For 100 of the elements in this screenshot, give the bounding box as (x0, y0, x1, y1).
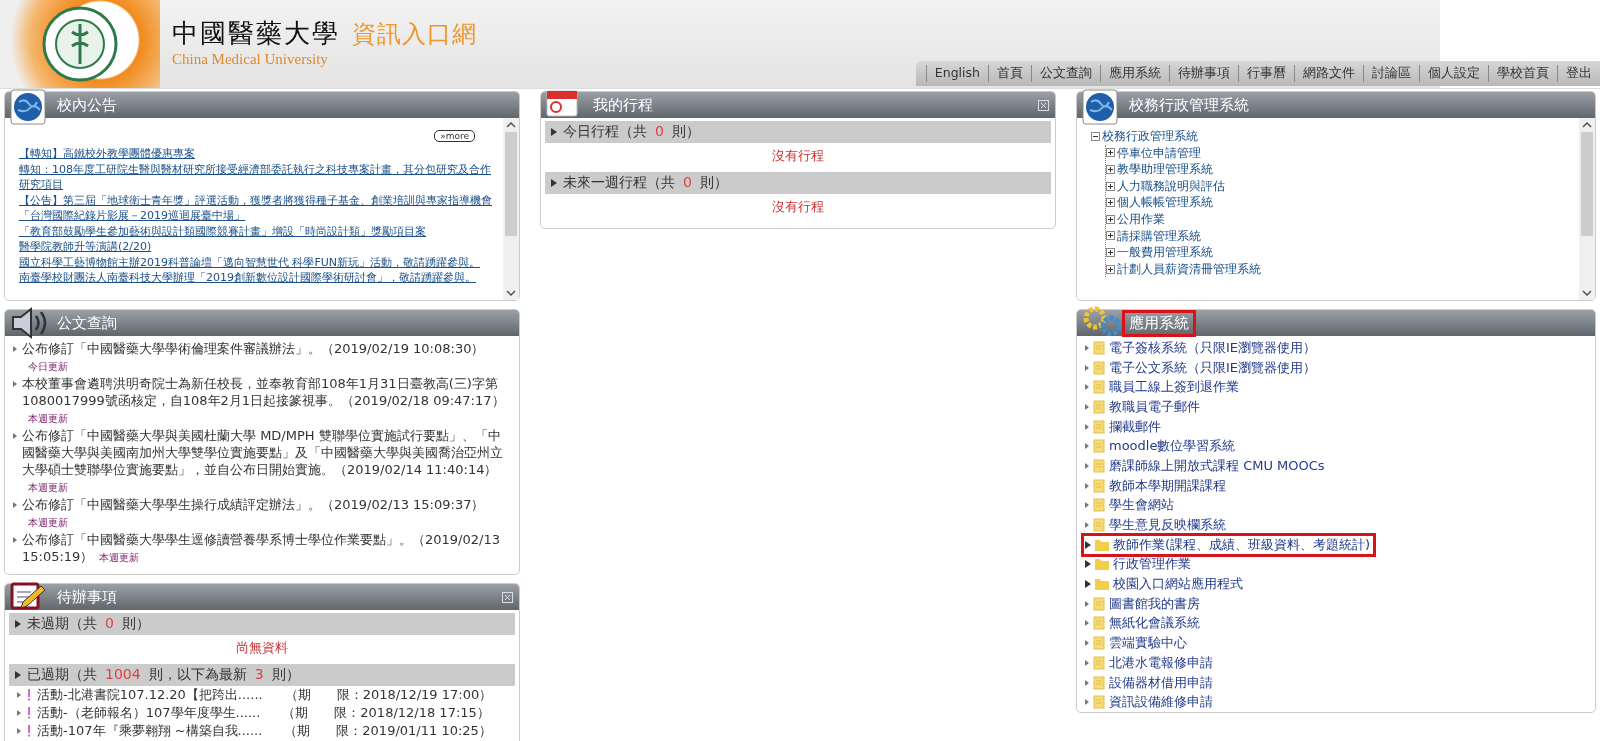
announcement-link[interactable]: 「教育部鼓勵學生參加藝術與設計類國際競賽計畫」增設「時尚設計類」獎勵項目案 (19, 223, 426, 239)
expand-icon[interactable] (1106, 247, 1115, 257)
nav-link[interactable]: 公文查詢 (1031, 65, 1100, 82)
tree-item[interactable]: 教學助理管理系統 (1106, 161, 1579, 178)
application-link[interactable]: 教職員電子郵件 (1083, 397, 1200, 417)
application-link[interactable]: 教師作業(課程、成績、班級資料、考題統計) (1083, 534, 1375, 555)
triangle-icon (1085, 600, 1089, 607)
triangle-icon (1085, 580, 1091, 589)
triangle-icon (1085, 443, 1089, 450)
nav-link[interactable]: English (925, 65, 988, 82)
expand-icon[interactable] (1106, 181, 1115, 191)
document-entry[interactable]: 公布修訂「中國醫藥大學與美國杜蘭大學 MD/MPH 雙聯學位實施試行要點」、「中國醫藥大學與美國南加州大學雙學位實施要點」及「中國醫藥大學與美國喬治亞州立大學碩士雙聯學位實施要點」，並自公布日開始實施。（2019/02/14 11:40:14） 本週更新 (22, 427, 511, 496)
triangle-icon (1085, 640, 1089, 647)
scrollbar[interactable] (503, 118, 519, 300)
panel-title: 校務行政管理系統 (1128, 94, 1250, 116)
section-header[interactable]: 今日行程（共 0 則） (545, 121, 1051, 143)
application-link[interactable]: 教師本學期開課課程 (1083, 475, 1226, 496)
application-link[interactable]: 資訊設備維修申請 (1083, 692, 1213, 713)
document-entry[interactable]: 公布修訂「中國醫藥大學學術倫理案件審議辦法」。（2019/02/19 10:08:30） 今日更新 (22, 340, 511, 375)
nav-link[interactable]: 行事曆 (1238, 65, 1294, 82)
triangle-icon (13, 381, 17, 387)
announcement-link[interactable]: 【轉知】高鐵校外教學團體優惠專案 (19, 146, 195, 162)
nav-link[interactable]: 討論區 (1363, 65, 1419, 82)
triangle-icon (1085, 482, 1089, 489)
tree-item[interactable]: 校務行政管理系統 (1091, 128, 1579, 145)
nav-link[interactable]: 個人設定 (1419, 65, 1488, 82)
nav-link[interactable]: 應用系統 (1100, 65, 1169, 82)
application-link[interactable]: 設備器材借用申請 (1083, 672, 1213, 693)
announcement-link[interactable]: 國立科學工藝博物館主辦2019科普論壇「邁向智慧世代 科學FUN新玩」活動，敬請踴躍參與。 (19, 254, 481, 270)
announcement-link[interactable]: 南臺學校財團法人南臺科技大學辦理「2019創新數位設計國際學術研討會」，敬請踴躍參與。 (19, 270, 476, 286)
application-link[interactable]: 學生意見反映欄系統 (1083, 515, 1226, 535)
announcement-link[interactable]: 【公告】第三屆「地球衛士青年獎」評選活動，獲獎者將獲得種子基金、創業培訓與專家指導機會 (19, 192, 492, 208)
close-icon[interactable] (1038, 100, 1049, 111)
section-title: 未過期（共 0 則） (27, 615, 150, 633)
more-button[interactable]: »more (434, 130, 475, 142)
exclamation-icon (27, 689, 31, 701)
scroll-down-icon[interactable] (506, 290, 516, 296)
todo-item[interactable]: 活動-（老師報名）107學年度學生...... (37, 705, 261, 721)
announcement-link[interactable]: 轉知：108年度工研院生醫與醫材研究所接受經濟部委託執行之科技專案計畫，其分包研究及合作研究項目 (19, 161, 495, 193)
triangle-icon (13, 346, 17, 352)
application-link[interactable]: 雲端實驗中心 (1083, 633, 1187, 653)
scroll-down-icon[interactable] (1582, 290, 1592, 296)
nav-link[interactable]: 待辦事項 (1169, 65, 1238, 82)
nav-link[interactable]: 登出 (1557, 65, 1600, 82)
application-link[interactable]: 電子公文系統（只限IE瀏覽器使用） (1083, 357, 1317, 378)
triangle-icon (13, 537, 17, 543)
announcement-link[interactable]: 「台灣國際紀錄片影展－2019巡迴展臺中場」 (19, 208, 245, 224)
expand-icon[interactable] (1106, 264, 1115, 274)
application-link[interactable]: 行政管理作業 (1083, 554, 1191, 575)
document-entry[interactable]: 公布修訂「中國醫藥大學學生逕修讀營養學系博士學位作業要點」。（2019/02/13 15:05:19） 本週更新 (22, 531, 511, 566)
application-link[interactable]: 圖書館我的書房 (1083, 593, 1200, 614)
scroll-up-icon[interactable] (1582, 122, 1592, 128)
tree-item[interactable]: 計劃人員薪資清冊管理系統 (1106, 260, 1579, 278)
page-icon (1093, 518, 1105, 533)
todo-item[interactable]: 活動-北港書院107.12.20【把跨出...... (37, 687, 263, 703)
panel-title: 應用系統 (1125, 312, 1193, 334)
tree-item[interactable]: 公用作業 (1106, 210, 1579, 228)
nav-link[interactable]: 首頁 (988, 65, 1031, 82)
document-entry[interactable]: 本校董事會遴聘洪明奇院士為新任校長，並奉教育部108年1月31日臺教高(三)字第1080017999號函核定，自108年2月1日起接篆視事。（2019/02/18 09:47:17） 本週更新 (22, 375, 511, 427)
application-link[interactable]: 學生會網站 (1083, 495, 1174, 516)
tree-item[interactable]: 停車位申請管理 (1106, 144, 1579, 162)
application-link[interactable]: 校園入口網站應用程式 (1083, 574, 1243, 594)
nav-link[interactable]: 網路文件 (1294, 65, 1363, 82)
triangle-icon (1085, 659, 1089, 666)
application-link[interactable]: 磨課師線上開放式課程 CMU MOOCs (1083, 456, 1325, 476)
expand-icon[interactable] (1106, 214, 1115, 224)
triangle-icon (1085, 699, 1089, 706)
panel-title: 待辦事項 (56, 586, 118, 608)
collapse-icon[interactable] (1091, 131, 1100, 141)
page-icon (1093, 655, 1105, 670)
application-link[interactable]: moodle數位學習系統 (1083, 436, 1236, 457)
tree-item[interactable]: 個人帳帳管理系統 (1106, 194, 1579, 211)
university-emblem-icon[interactable] (42, 6, 118, 82)
document-entry[interactable]: 公布修訂「中國醫藥大學學生操行成績評定辦法」。（2019/02/13 15:09:37） 本週更新 (22, 496, 511, 531)
expand-icon[interactable] (1106, 198, 1115, 208)
application-link[interactable]: 電子簽核系統（只限IE瀏覽器使用） (1083, 338, 1317, 358)
scroll-up-icon[interactable] (506, 122, 516, 128)
triangle-icon (1085, 423, 1089, 430)
todo-item[interactable]: 活動-107年『乘夢翱翔 ~構築自我...... (37, 723, 263, 739)
tree-item[interactable]: 人力職務說明與評估 (1106, 177, 1579, 195)
expand-icon[interactable] (1106, 231, 1115, 241)
section-header[interactable]: 已過期（共 1004 則，以下為最新 3 則） (9, 664, 515, 686)
scrollbar[interactable] (1579, 118, 1595, 300)
triangle-icon (1085, 679, 1089, 686)
section-title: 今日行程（共 0 則） (563, 123, 700, 141)
announcement-link[interactable]: 醫學院教師升等演講(2/20) (19, 239, 152, 255)
folder-icon (1095, 558, 1109, 571)
application-link[interactable]: 職員工線上簽到退作業 (1083, 377, 1239, 398)
tree-item[interactable]: 請採購管理系統 (1106, 227, 1579, 245)
close-icon[interactable] (502, 592, 513, 603)
tree-item[interactable]: 一般費用管理系統 (1106, 244, 1579, 261)
application-link[interactable]: 無紙化會議系統 (1083, 613, 1200, 634)
application-link[interactable]: 攔截郵件 (1083, 416, 1161, 437)
section-header[interactable]: 未過期（共 0 則） (9, 613, 515, 635)
expand-icon[interactable] (1106, 165, 1115, 174)
nav-link[interactable]: 學校首頁 (1488, 65, 1557, 82)
expand-icon[interactable] (1106, 148, 1115, 158)
triangle-icon (1085, 384, 1089, 391)
section-header[interactable]: 未來一週行程（共 0 則） (545, 172, 1051, 194)
application-link[interactable]: 北港水電報修申請 (1083, 653, 1213, 673)
